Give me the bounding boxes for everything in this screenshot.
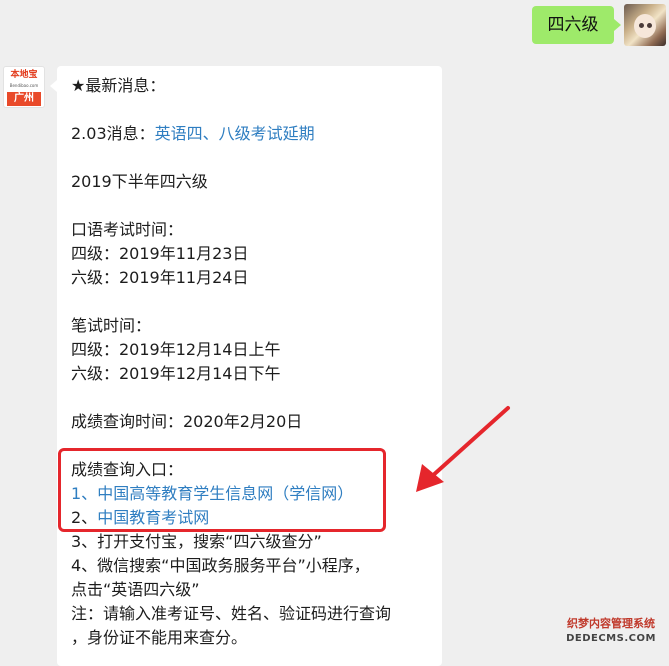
user-avatar[interactable] xyxy=(624,4,666,46)
note-line-2: ，身份证不能用来查分。 xyxy=(71,628,248,647)
oral-exam-cet4: 四级：2019年11月23日 xyxy=(71,244,249,263)
highlight-box xyxy=(58,448,386,532)
score-query-time: 成绩查询时间：2020年2月20日 xyxy=(71,412,303,431)
notice-line: 2.03消息：英语四、八级考试延期 xyxy=(71,122,428,146)
user-message-bubble[interactable]: 四六级 xyxy=(532,6,621,44)
oral-exam-title: 口语考试时间： xyxy=(71,220,184,239)
written-exam-cet6: 六级：2019年12月14日下午 xyxy=(71,364,281,383)
bot-city-badge: 广州 xyxy=(7,92,41,106)
score-entry-4-line2: 点击“英语四六级” xyxy=(71,580,200,599)
bot-logo-text: 本地宝 xyxy=(10,70,38,80)
exam-title: 2019下半年四六级 xyxy=(71,172,208,191)
bot-message-bubble: ★最新消息： 2.03消息：英语四、八级考试延期 2019下半年四六级 口语考试… xyxy=(50,66,442,666)
watermark-top: 织梦内容管理系统 xyxy=(567,617,655,630)
red-arrow-icon xyxy=(416,406,510,492)
bot-logo-url: Bendibao.com xyxy=(9,83,39,88)
written-exam-title: 笔试时间： xyxy=(71,316,152,335)
note-line-1: 注：请输入准考证号、姓名、验证码进行查询 xyxy=(71,604,392,623)
watermark-bottom: DEDECMS.COM xyxy=(566,633,656,644)
oral-exam-cet6: 六级：2019年11月24日 xyxy=(71,268,249,287)
user-message-text: 四六级 xyxy=(547,15,599,35)
score-entry-4-line1: 4、微信搜索“中国政务服务平台”小程序， xyxy=(71,556,370,575)
notice-link[interactable]: 英语四、八级考试延期 xyxy=(155,124,315,143)
bot-avatar[interactable]: 本地宝 Bendibao.com 广州 xyxy=(3,66,45,108)
score-entry-3: 3、打开支付宝，搜索“四六级查分” xyxy=(71,532,322,551)
latest-news-title: ★最新消息： xyxy=(71,76,166,95)
written-exam-cet4: 四级：2019年12月14日上午 xyxy=(71,340,281,359)
watermark: 织梦内容管理系统 DEDECMS.COM xyxy=(556,616,666,650)
notice-prefix: 2.03消息： xyxy=(71,124,155,143)
